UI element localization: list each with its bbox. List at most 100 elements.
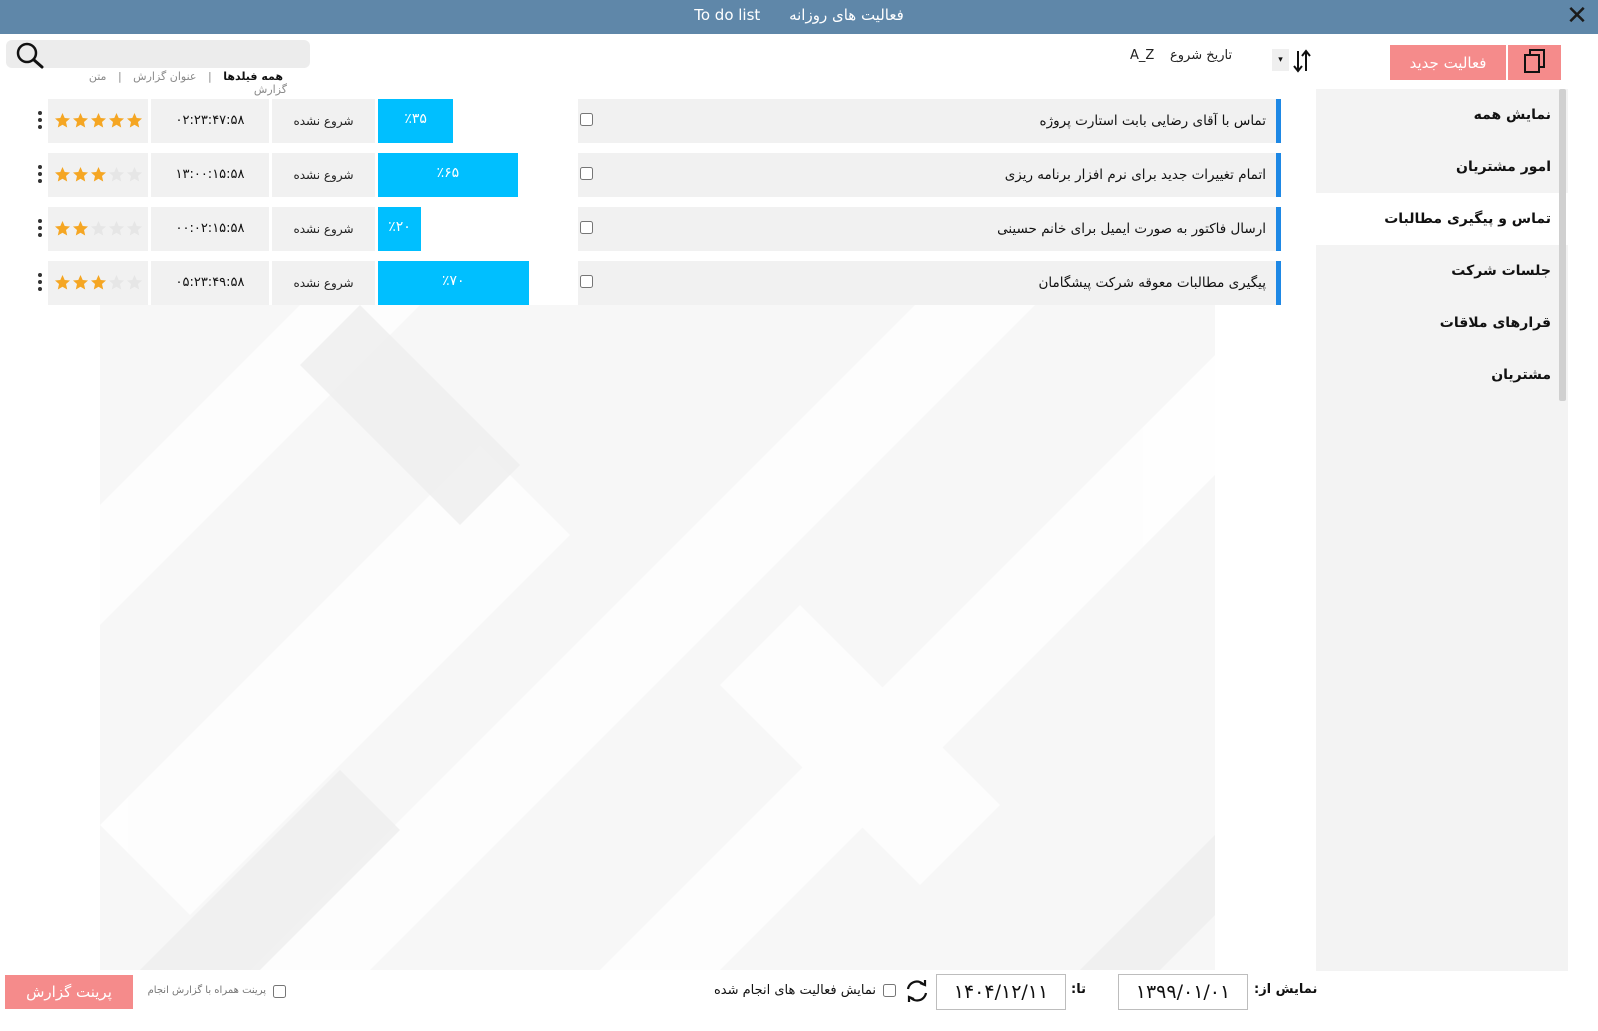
star-filled-icon[interactable] <box>72 274 89 291</box>
star-rating[interactable] <box>54 274 144 292</box>
star-rating[interactable] <box>54 220 144 238</box>
sort-start-date-label[interactable]: تاریخ شروع <box>1170 48 1232 63</box>
row-accent <box>1276 153 1281 197</box>
star-filled-icon[interactable] <box>54 166 71 183</box>
star-filled-icon[interactable] <box>54 220 71 237</box>
row-menu[interactable] <box>34 153 48 197</box>
rating-cell <box>48 153 148 197</box>
filter-all-fields[interactable]: همه فیلدها <box>223 70 283 83</box>
search-box[interactable] <box>6 40 310 69</box>
task-status: شروع نشده <box>272 99 375 143</box>
from-date-field[interactable]: ۱۳۹۹/۰۱/۰۱ <box>1118 974 1248 1010</box>
done-cell <box>578 153 610 197</box>
task-row[interactable]: ۰۰:۰۲:۱۵:۵۸ شروع نشده ٪۲۰ ارسال فاکتور ب… <box>34 207 1281 251</box>
print-with-report-checkbox[interactable] <box>273 985 286 998</box>
progress-cell: ٪۶۵ <box>378 153 575 197</box>
copy-icon <box>1523 49 1545 73</box>
more-vertical-icon[interactable] <box>38 273 42 293</box>
search-input[interactable] <box>52 44 302 64</box>
star-filled-icon[interactable] <box>72 220 89 237</box>
refresh-icon[interactable] <box>903 978 931 1004</box>
task-row[interactable]: ۱۳:۰۰:۱۵:۵۸ شروع نشده ٪۶۵ اتمام تغییرات … <box>34 153 1281 197</box>
star-empty-icon[interactable] <box>108 274 125 291</box>
copy-button[interactable] <box>1508 45 1561 80</box>
star-rating[interactable] <box>54 166 144 184</box>
progress-cell: ٪۷۰ <box>378 261 575 305</box>
progress-bar: ٪۲۰ <box>378 207 421 251</box>
task-time: ۰۵:۲۳:۴۹:۵۸ <box>151 261 269 305</box>
row-menu[interactable] <box>34 207 48 251</box>
filter-report-title[interactable]: عنوان گزارش <box>133 70 196 83</box>
star-filled-icon[interactable] <box>72 166 89 183</box>
task-status: شروع نشده <box>272 207 375 251</box>
star-filled-icon[interactable] <box>72 112 89 129</box>
task-row[interactable]: ۰۲:۲۳:۴۷:۵۸ شروع نشده ٪۳۵ تماس با آقای ر… <box>34 99 1281 143</box>
filter-separator: | <box>117 70 122 83</box>
sidebar-item-appointments[interactable]: قرارهای ملاقات <box>1316 297 1568 349</box>
done-cell <box>578 261 610 305</box>
star-filled-icon[interactable] <box>90 112 107 129</box>
background-pattern <box>100 305 1215 970</box>
star-filled-icon[interactable] <box>108 112 125 129</box>
window-title-en: To do list <box>694 6 761 24</box>
task-title[interactable]: پیگیری مطالبات معوقه شرکت پیشگامان <box>610 261 1276 305</box>
star-filled-icon[interactable] <box>126 112 143 129</box>
sidebar-item-show-all[interactable]: نمایش همه <box>1316 89 1568 141</box>
task-status: شروع نشده <box>272 153 375 197</box>
star-filled-icon[interactable] <box>54 274 71 291</box>
star-filled-icon[interactable] <box>90 166 107 183</box>
more-vertical-icon[interactable] <box>38 111 42 131</box>
done-cell <box>578 207 610 251</box>
star-empty-icon[interactable] <box>126 220 143 237</box>
task-done-checkbox[interactable] <box>580 221 593 234</box>
row-menu[interactable] <box>34 99 48 143</box>
star-rating[interactable] <box>54 112 144 130</box>
sort-arrows-icon[interactable] <box>1292 48 1312 74</box>
star-filled-icon[interactable] <box>90 274 107 291</box>
sort-dropdown[interactable]: ▾ <box>1272 49 1289 71</box>
sidebar-item-calls-and-collections[interactable]: تماس و پیگیری مطالبات <box>1316 193 1568 245</box>
task-title[interactable]: اتمام تغییرات جدید برای نرم افزار برنامه… <box>610 153 1276 197</box>
close-icon[interactable]: ✕ <box>1564 3 1590 30</box>
sidebar-scrollbar[interactable] <box>1559 89 1566 401</box>
sidebar-item-customer-affairs[interactable]: امور مشتریان <box>1316 141 1568 193</box>
window-title-fa: فعالیت های روزانه <box>789 6 904 24</box>
search-icon[interactable] <box>12 41 46 69</box>
star-empty-icon[interactable] <box>126 274 143 291</box>
task-done-checkbox[interactable] <box>580 113 593 126</box>
task-done-checkbox[interactable] <box>580 275 593 288</box>
progress-cell: ٪۲۰ <box>378 207 575 251</box>
task-status: شروع نشده <box>272 261 375 305</box>
to-date-field[interactable]: ۱۴۰۴/۱۲/۱۱ <box>936 974 1066 1010</box>
progress-bar: ٪۳۵ <box>378 99 454 143</box>
task-time: ۱۳:۰۰:۱۵:۵۸ <box>151 153 269 197</box>
print-report-button[interactable]: پرینت گزارش <box>5 975 133 1009</box>
task-row[interactable]: ۰۵:۲۳:۴۹:۵۸ شروع نشده ٪۷۰ پیگیری مطالبات… <box>34 261 1281 305</box>
sidebar-item-company-meetings[interactable]: جلسات شرکت <box>1316 245 1568 297</box>
done-cell <box>578 99 610 143</box>
progress-bar: ٪۶۵ <box>378 153 518 197</box>
sidebar-item-customers[interactable]: مشتریان <box>1316 349 1568 401</box>
title-bar: فعالیت های روزانه To do list ✕ <box>0 0 1598 34</box>
task-done-checkbox[interactable] <box>580 167 593 180</box>
show-done-checkbox[interactable] <box>883 984 896 997</box>
rating-cell <box>48 207 148 251</box>
category-sidebar: نمایش همه امور مشتریان تماس و پیگیری مطا… <box>1316 89 1568 971</box>
task-title[interactable]: ارسال فاکتور به صورت ایمیل برای خانم حسی… <box>610 207 1276 251</box>
footer-bar: پرینت گزارش پرینت همراه با گزارش انجام ن… <box>0 971 1598 1031</box>
star-empty-icon[interactable] <box>126 166 143 183</box>
more-vertical-icon[interactable] <box>38 219 42 239</box>
more-vertical-icon[interactable] <box>38 165 42 185</box>
star-empty-icon[interactable] <box>108 166 125 183</box>
star-filled-icon[interactable] <box>54 112 71 129</box>
new-activity-button[interactable]: فعالیت جدید <box>1390 45 1506 80</box>
star-empty-icon[interactable] <box>108 220 125 237</box>
star-empty-icon[interactable] <box>90 220 107 237</box>
row-menu[interactable] <box>34 261 48 305</box>
from-date-label: نمایش از: <box>1254 982 1318 997</box>
filter-separator: | <box>207 70 212 83</box>
rating-cell <box>48 99 148 143</box>
sort-az-label[interactable]: A_Z <box>1130 48 1154 63</box>
task-title[interactable]: تماس با آقای رضایی بابت استارت پروژه <box>610 99 1276 143</box>
row-accent <box>1276 99 1281 143</box>
